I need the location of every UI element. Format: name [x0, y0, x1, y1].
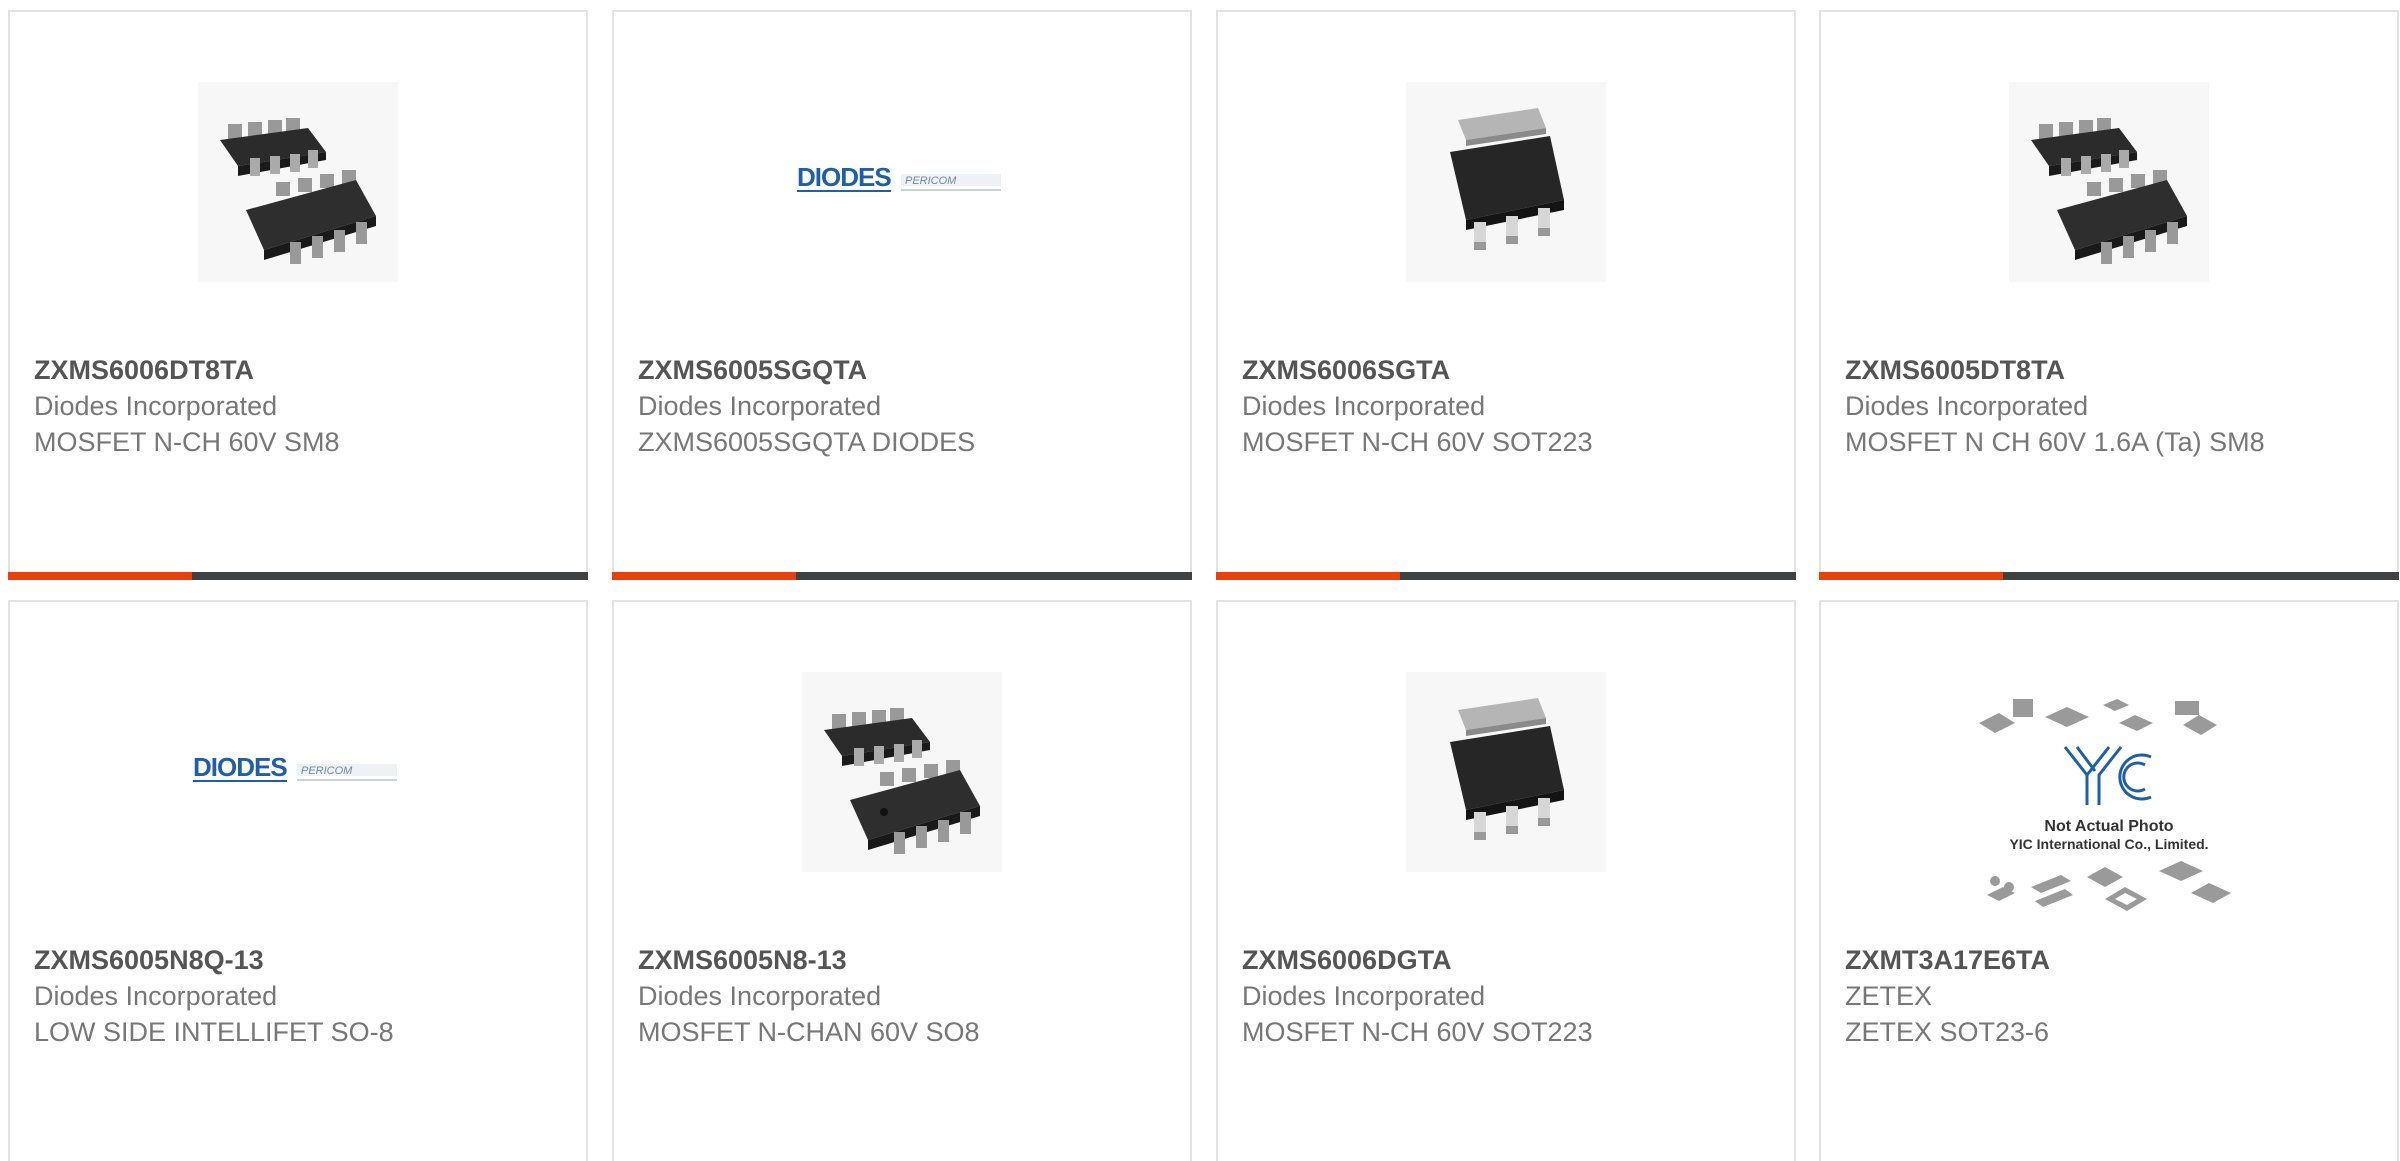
card-accent-bar: [1216, 572, 1796, 580]
manufacturer: Diodes Incorporated: [638, 391, 882, 421]
part-number[interactable]: ZXMS6005N8-13: [638, 942, 1166, 978]
description: MOSFET N-CHAN 60V SO8: [638, 1017, 980, 1047]
part-number[interactable]: ZXMS6005SGQTA: [638, 352, 1166, 388]
description: MOSFET N CH 60V 1.6A (Ta) SM8: [1845, 427, 2265, 457]
card-accent-bar: [8, 572, 588, 580]
product-card[interactable]: DIODES PERICOM ZXMS6005SGQTA Diodes Inco…: [612, 10, 1192, 580]
manufacturer: Diodes Incorporated: [638, 981, 882, 1011]
svg-text:DIODES: DIODES: [193, 752, 287, 782]
product-image[interactable]: [1821, 82, 2397, 282]
part-number[interactable]: ZXMS6005N8Q-13: [34, 942, 562, 978]
product-card[interactable]: Not Actual Photo YIC International Co., …: [1819, 600, 2399, 1161]
description: ZETEX SOT23-6: [1845, 1017, 2050, 1047]
yic-placeholder-icon: Not Actual Photo YIC International Co., …: [1979, 699, 2231, 911]
sot223-chip-icon: [1406, 672, 1606, 872]
product-image[interactable]: [1218, 672, 1794, 872]
product-image[interactable]: [10, 82, 586, 282]
svg-text:PERICOM: PERICOM: [301, 765, 353, 777]
svg-text:Not Actual Photo: Not Actual Photo: [2044, 818, 2173, 835]
product-image[interactable]: Not Actual Photo YIC International Co., …: [1821, 682, 2397, 932]
card-accent-bar: [612, 572, 1192, 580]
product-card[interactable]: ZXMS6005N8-13 Diodes Incorporated MOSFET…: [612, 600, 1192, 1161]
product-image[interactable]: DIODES PERICOM: [10, 672, 586, 872]
diodes-pericom-logo-icon: DIODES PERICOM: [797, 162, 1001, 192]
description: LOW SIDE INTELLIFET SO-8: [34, 1017, 394, 1047]
product-card[interactable]: ZXMS6006SGTA Diodes Incorporated MOSFET …: [1216, 10, 1796, 580]
product-card[interactable]: ZXMS6006DT8TA Diodes Incorporated MOSFET…: [8, 10, 588, 580]
product-card[interactable]: ZXMS6005DT8TA Diodes Incorporated MOSFET…: [1819, 10, 2399, 580]
product-image[interactable]: DIODES PERICOM: [614, 82, 1190, 282]
product-image[interactable]: [1218, 82, 1794, 282]
description: ZXMS6005SGQTA DIODES: [638, 427, 976, 457]
so8-chip-pair-icon: [802, 672, 1002, 872]
manufacturer: ZETEX: [1845, 981, 1933, 1011]
manufacturer: Diodes Incorporated: [34, 981, 278, 1011]
manufacturer: Diodes Incorporated: [34, 391, 278, 421]
product-card[interactable]: DIODES PERICOM ZXMS6005N8Q-13 Diodes Inc…: [8, 600, 588, 1161]
part-number[interactable]: ZXMS6006SGTA: [1242, 352, 1770, 388]
part-number[interactable]: ZXMS6006DT8TA: [34, 352, 562, 388]
svg-text:YIC International Co., Limited: YIC International Co., Limited.: [2009, 836, 2208, 852]
part-number[interactable]: ZXMS6005DT8TA: [1845, 352, 2373, 388]
manufacturer: Diodes Incorporated: [1242, 981, 1486, 1011]
so8-chip-pair-icon: [2009, 82, 2209, 282]
so8-chip-pair-icon: [198, 82, 398, 282]
description: MOSFET N-CH 60V SOT223: [1242, 427, 1593, 457]
product-card[interactable]: ZXMS6006DGTA Diodes Incorporated MOSFET …: [1216, 600, 1796, 1161]
svg-text:PERICOM: PERICOM: [905, 175, 957, 187]
description: MOSFET N-CH 60V SM8: [34, 427, 340, 457]
manufacturer: Diodes Incorporated: [1242, 391, 1486, 421]
part-number[interactable]: ZXMT3A17E6TA: [1845, 942, 2373, 978]
product-image[interactable]: [614, 672, 1190, 872]
svg-text:DIODES: DIODES: [797, 162, 891, 192]
product-grid: ZXMS6006DT8TA Diodes Incorporated MOSFET…: [0, 0, 2400, 1161]
diodes-pericom-logo-icon: DIODES PERICOM: [193, 752, 397, 782]
description: MOSFET N-CH 60V SOT223: [1242, 1017, 1593, 1047]
part-number[interactable]: ZXMS6006DGTA: [1242, 942, 1770, 978]
manufacturer: Diodes Incorporated: [1845, 391, 2089, 421]
card-accent-bar: [1819, 572, 2399, 580]
sot223-chip-icon: [1406, 82, 1606, 282]
